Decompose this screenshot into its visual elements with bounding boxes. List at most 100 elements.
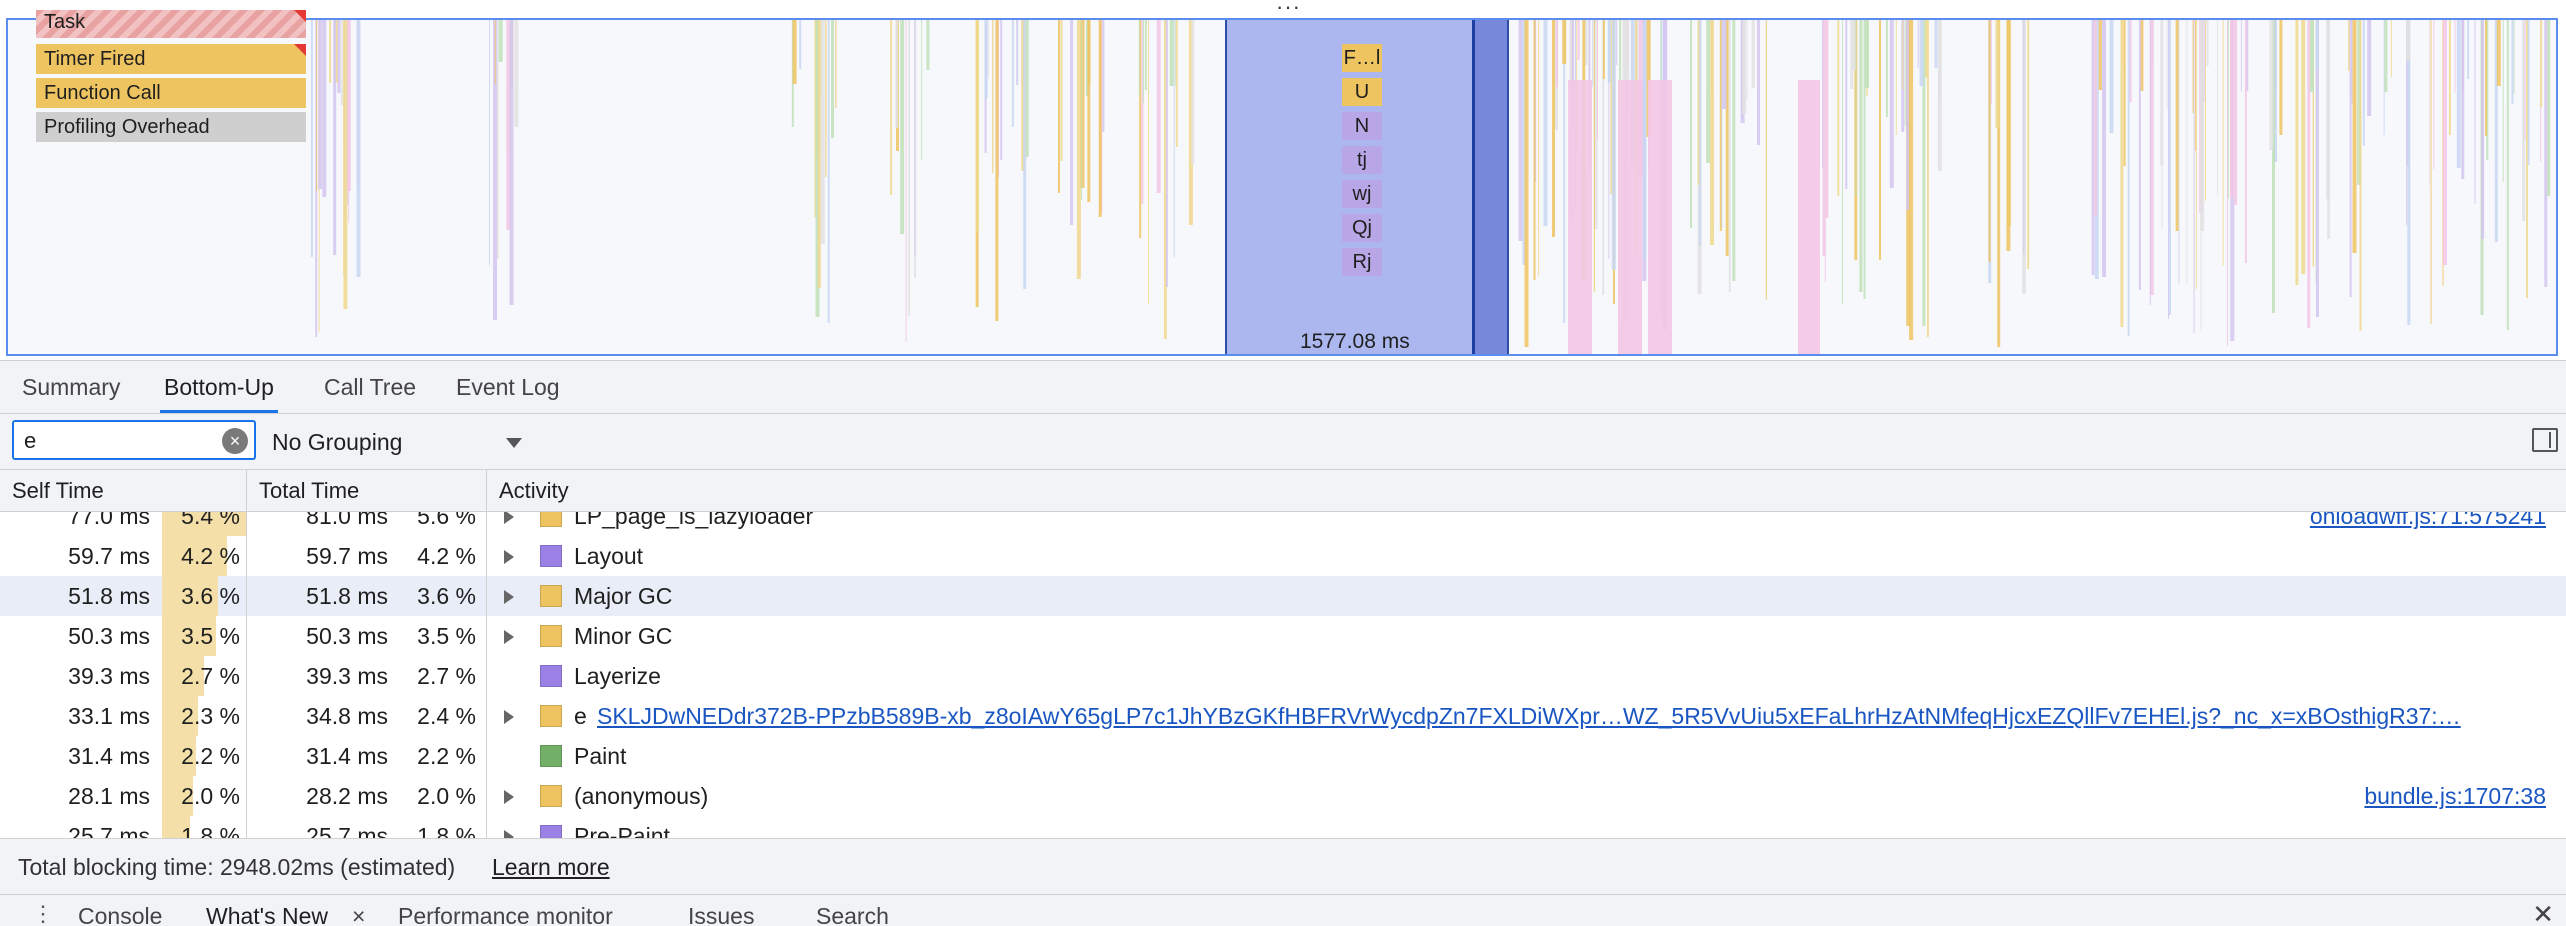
self-time: 28.1 ms	[68, 783, 150, 809]
expand-arrow-icon[interactable]	[504, 710, 514, 724]
activity-name: (anonymous)	[574, 783, 709, 809]
table-row[interactable]: 33.1 ms 2.3 % 34.8 ms 2.4 % e SKLJDwNEDdr372B…	[0, 696, 2566, 736]
total-time: 51.8 ms	[306, 583, 388, 609]
total-time: 28.2 ms	[306, 783, 388, 809]
drawer-tab-search[interactable]: Search	[816, 903, 889, 926]
source-link[interactable]: onloadwff.js:71:575241	[2310, 512, 2546, 536]
column-divider	[486, 776, 487, 816]
filter-toolbar: × No Grouping	[0, 414, 2566, 470]
track-task[interactable]: Task	[36, 10, 306, 38]
chevron-down-icon[interactable]	[506, 438, 522, 448]
table-row[interactable]: 31.4 ms 2.2 % 31.4 ms 2.2 % Paint	[0, 736, 2566, 776]
expand-arrow-icon[interactable]	[504, 590, 514, 604]
table-row[interactable]: 77.0 ms 5.4 % 81.0 ms 5.6 % LP_page_is_lazyl…	[0, 512, 2566, 536]
category-swatch	[540, 625, 562, 647]
selection-handle[interactable]	[1472, 20, 1507, 354]
stack-frame[interactable]: U	[1342, 78, 1382, 106]
more-options-icon[interactable]: ⋮	[32, 901, 54, 926]
table-row[interactable]: 51.8 ms 3.6 % 51.8 ms 3.6 % Major GC	[0, 576, 2566, 616]
drawer-tab-bar: ⋮ Console What's New × Performance monit…	[0, 894, 2566, 926]
track-function-call[interactable]: Function Call	[36, 78, 306, 108]
total-time: 39.3 ms	[306, 663, 388, 689]
table-row[interactable]: 50.3 ms 3.5 % 50.3 ms 3.5 % Minor GC	[0, 616, 2566, 656]
table-row[interactable]: 39.3 ms 2.7 % 39.3 ms 2.7 % Layerize	[0, 656, 2566, 696]
column-divider	[486, 616, 487, 656]
total-time: 50.3 ms	[306, 623, 388, 649]
tab-bottom-up[interactable]: Bottom-Up	[160, 361, 278, 413]
self-time-percent: 2.2 %	[181, 743, 240, 769]
clear-icon[interactable]: ×	[222, 428, 248, 454]
drawer-tab-performance-monitor[interactable]: Performance monitor	[398, 903, 613, 926]
column-divider	[246, 736, 247, 776]
column-divider	[486, 536, 487, 576]
table-row[interactable]: 25.7 ms 1.8 % 25.7 ms 1.8 % Pre-Paint	[0, 816, 2566, 838]
expand-arrow-icon[interactable]	[504, 790, 514, 804]
total-time-percent: 5.6 %	[417, 512, 476, 529]
stack-frame[interactable]: Rj	[1342, 248, 1382, 276]
activity-name: Layerize	[574, 663, 661, 689]
expand-arrow-icon[interactable]	[504, 512, 514, 524]
self-time: 77.0 ms	[68, 512, 150, 529]
stack-frame[interactable]: wj	[1342, 180, 1382, 208]
self-time-percent: 5.4 %	[181, 512, 240, 529]
total-time-percent: 3.6 %	[417, 583, 476, 609]
sidebar-toggle-icon[interactable]	[2532, 428, 2558, 452]
column-self-time[interactable]: Self Time	[0, 470, 247, 511]
tab-event-log[interactable]: Event Log	[452, 361, 564, 413]
overflow-dots-icon[interactable]: ···	[1276, 0, 1301, 20]
total-time: 59.7 ms	[306, 543, 388, 569]
category-swatch	[540, 705, 562, 727]
drawer-tab-issues[interactable]: Issues	[688, 903, 754, 926]
self-time-percent: 2.7 %	[181, 663, 240, 689]
column-divider	[246, 656, 247, 696]
stack-frame[interactable]: N	[1342, 112, 1382, 140]
category-swatch	[540, 545, 562, 567]
tab-call-tree[interactable]: Call Tree	[320, 361, 420, 413]
expand-arrow-icon[interactable]	[504, 550, 514, 564]
total-time-percent: 1.8 %	[417, 823, 476, 838]
filter-box: ×	[12, 420, 256, 460]
table-row[interactable]: 28.1 ms 2.0 % 28.2 ms 2.0 % (anonymous) bundl…	[0, 776, 2566, 816]
column-divider	[246, 512, 247, 536]
stack-frame[interactable]: Qj	[1342, 214, 1382, 242]
category-swatch	[540, 825, 562, 838]
drawer-tab-whats-new[interactable]: What's New	[206, 903, 328, 926]
drawer-tab-close-icon[interactable]: ×	[352, 903, 365, 926]
total-time-percent: 3.5 %	[417, 623, 476, 649]
category-swatch	[540, 785, 562, 807]
close-icon[interactable]: ✕	[2532, 899, 2554, 926]
activity-name: LP_page_is_lazyloader	[574, 512, 814, 529]
column-divider	[486, 656, 487, 696]
total-time-percent: 4.2 %	[417, 543, 476, 569]
column-activity[interactable]: Activity	[487, 470, 2566, 511]
learn-more-link[interactable]: Learn more	[492, 839, 610, 895]
expand-arrow-icon[interactable]	[504, 630, 514, 644]
total-time: 25.7 ms	[306, 823, 388, 838]
long-task-marker	[294, 44, 306, 56]
grouping-select[interactable]: No Grouping	[272, 414, 402, 470]
track-profiling-overhead[interactable]: Profiling Overhead	[36, 112, 306, 142]
track-function-label: Function Call	[44, 82, 161, 104]
table-row[interactable]: 59.7 ms 4.2 % 59.7 ms 4.2 % Layout	[0, 536, 2566, 576]
column-total-time[interactable]: Total Time	[247, 470, 487, 511]
source-link[interactable]: bundle.js:1707:38	[2364, 776, 2546, 816]
expand-arrow-icon[interactable]	[504, 830, 514, 838]
column-divider	[486, 736, 487, 776]
track-timer-fired[interactable]: Timer Fired	[36, 44, 306, 74]
track-task-label: Task	[44, 11, 86, 33]
filter-input[interactable]	[22, 426, 226, 456]
tab-summary[interactable]: Summary	[18, 361, 124, 413]
activity-url-link[interactable]: SKLJDwNEDdr372B-PPzbB589B-xb_z8oIAwY65gL…	[597, 696, 2532, 736]
self-time: 50.3 ms	[68, 623, 150, 649]
column-divider	[486, 512, 487, 536]
category-swatch	[540, 665, 562, 687]
self-time: 59.7 ms	[68, 543, 150, 569]
stack-frame[interactable]: F…l	[1342, 44, 1382, 72]
stack-frame[interactable]: tj	[1342, 146, 1382, 174]
flame-chart[interactable]: ··· Task Timer Fired Function Call Profi…	[0, 0, 2566, 360]
self-time: 33.1 ms	[68, 703, 150, 729]
track-timer-label: Timer Fired	[44, 48, 146, 70]
total-time: 34.8 ms	[306, 703, 388, 729]
total-time: 81.0 ms	[306, 512, 388, 529]
drawer-tab-console[interactable]: Console	[78, 903, 162, 926]
